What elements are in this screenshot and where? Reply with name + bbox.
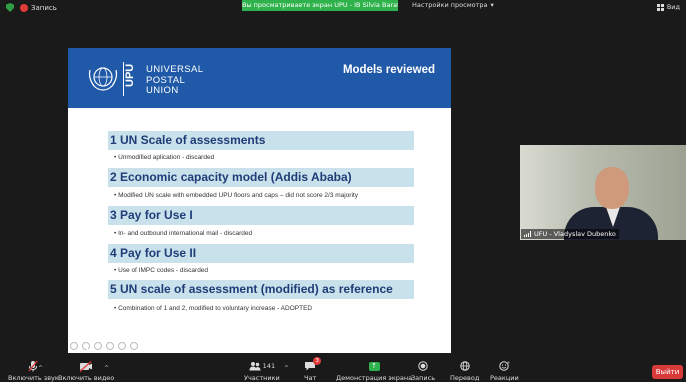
- model-4-bullet: • Use of IMPC codes - discarded: [114, 267, 209, 274]
- chat-unread-badge: 3: [313, 357, 322, 365]
- organization-name: UNIVERSAL POSTAL UNION: [146, 64, 204, 97]
- view-options-button[interactable]: Настройки просмотра ▾: [412, 0, 494, 10]
- leave-meeting-button[interactable]: Выйти: [652, 365, 683, 379]
- slide-navigation: [70, 342, 138, 350]
- participants-icon: [249, 362, 261, 371]
- signal-strength-icon: [524, 231, 531, 237]
- more-options-icon[interactable]: [130, 342, 138, 350]
- view-button[interactable]: Вид: [656, 3, 680, 11]
- prev-slide-icon[interactable]: [70, 342, 78, 350]
- un-emblem-icon: [88, 67, 118, 91]
- participants-chevron-icon[interactable]: ^: [284, 365, 289, 372]
- share-screen-button[interactable]: ↑ Демонстрация экрана: [336, 360, 412, 382]
- svg-text:+: +: [507, 361, 510, 365]
- participant-video-tile[interactable]: UFU - Vladyslav Dubenko: [520, 145, 686, 240]
- chat-label: Чат: [304, 374, 317, 382]
- reactions-label: Реакции: [490, 374, 519, 382]
- slides-grid-icon[interactable]: [106, 342, 114, 350]
- smiley-plus-icon: +: [499, 361, 510, 371]
- start-video-label: Включить видео: [58, 374, 115, 382]
- video-options-chevron-icon[interactable]: ^: [104, 365, 109, 372]
- view-button-label: Вид: [666, 3, 680, 11]
- upu-abbreviation: UPU: [123, 62, 140, 96]
- model-3-bullet: • In- and outbound international mail - …: [114, 230, 253, 237]
- model-4-heading: 4 Pay for Use II: [108, 244, 414, 263]
- participants-label: Участники: [244, 374, 280, 382]
- unmute-label: Включить звук: [8, 374, 59, 382]
- audio-options-chevron-icon[interactable]: ^: [38, 365, 43, 372]
- participant-name: UFU - Vladyslav Dubenko: [534, 230, 616, 238]
- slide-header: UPU UNIVERSAL POSTAL UNION Models review…: [68, 48, 451, 108]
- unmute-button[interactable]: Включить звук: [8, 360, 59, 382]
- org-name-line-1: UNIVERSAL: [146, 64, 204, 75]
- org-name-line-3: UNION: [146, 85, 179, 96]
- pen-icon[interactable]: [94, 342, 102, 350]
- view-options-label: Настройки просмотра: [412, 1, 488, 9]
- model-5-bullet: • Combination of 1 and 2, modified to vo…: [114, 305, 313, 312]
- model-2-heading: 2 Economic capacity model (Addis Ababa): [108, 168, 414, 187]
- presentation-slide: UPU UNIVERSAL POSTAL UNION Models review…: [68, 48, 451, 353]
- upu-abbrev-text: UPU: [124, 63, 136, 87]
- globe-icon: [459, 361, 470, 371]
- share-screen-label: Демонстрация экрана: [336, 374, 413, 382]
- model-1-bullet: • Unmodified aplication - discarded: [114, 154, 215, 161]
- model-2-bullet: • Modified UN scale with embedded UPU fl…: [114, 192, 358, 199]
- slide-title: Models reviewed: [342, 64, 435, 76]
- participants-button[interactable]: 141 Участники: [244, 360, 280, 382]
- model-1-heading: 1 UN Scale of assessments: [108, 131, 414, 150]
- shared-screen-area: UPU UNIVERSAL POSTAL UNION Models review…: [0, 18, 515, 353]
- meeting-toolbar: Включить звук ^ Включить видео ^ 141 Уча…: [0, 356, 686, 382]
- record-icon: [418, 361, 428, 371]
- chat-button[interactable]: 3 Чат: [304, 357, 322, 382]
- sharing-banner: Вы просматриваете экран UPU - IB Silvia …: [242, 0, 398, 11]
- translation-button[interactable]: Перевод: [450, 360, 479, 382]
- top-bar: Запись Вы просматриваете экран UPU - IB …: [0, 0, 686, 18]
- model-3-heading: 3 Pay for Use I: [108, 206, 414, 225]
- participant-name-label: UFU - Vladyslav Dubenko: [521, 229, 619, 239]
- model-5-heading: 5 UN scale of assessment (modified) as r…: [108, 280, 414, 299]
- camera-off-icon: [79, 360, 93, 372]
- record-icon: [20, 3, 28, 12]
- microphone-muted-icon: [28, 360, 38, 372]
- zoom-icon[interactable]: [118, 342, 126, 350]
- reactions-button[interactable]: + Реакции: [490, 360, 519, 382]
- translation-label: Перевод: [450, 374, 480, 382]
- chevron-down-icon: ▾: [490, 1, 494, 9]
- record-label: Запись: [411, 374, 436, 382]
- grid-icon: [656, 3, 664, 11]
- top-left-status: Запись: [6, 3, 57, 12]
- participants-count: 141: [262, 362, 276, 370]
- record-status-label: Запись: [31, 3, 57, 12]
- record-button[interactable]: Запись: [411, 360, 435, 382]
- share-screen-icon: ↑: [368, 361, 380, 371]
- participant-head: [595, 167, 629, 209]
- record-indicator[interactable]: Запись: [20, 3, 57, 12]
- shield-icon[interactable]: [6, 3, 14, 12]
